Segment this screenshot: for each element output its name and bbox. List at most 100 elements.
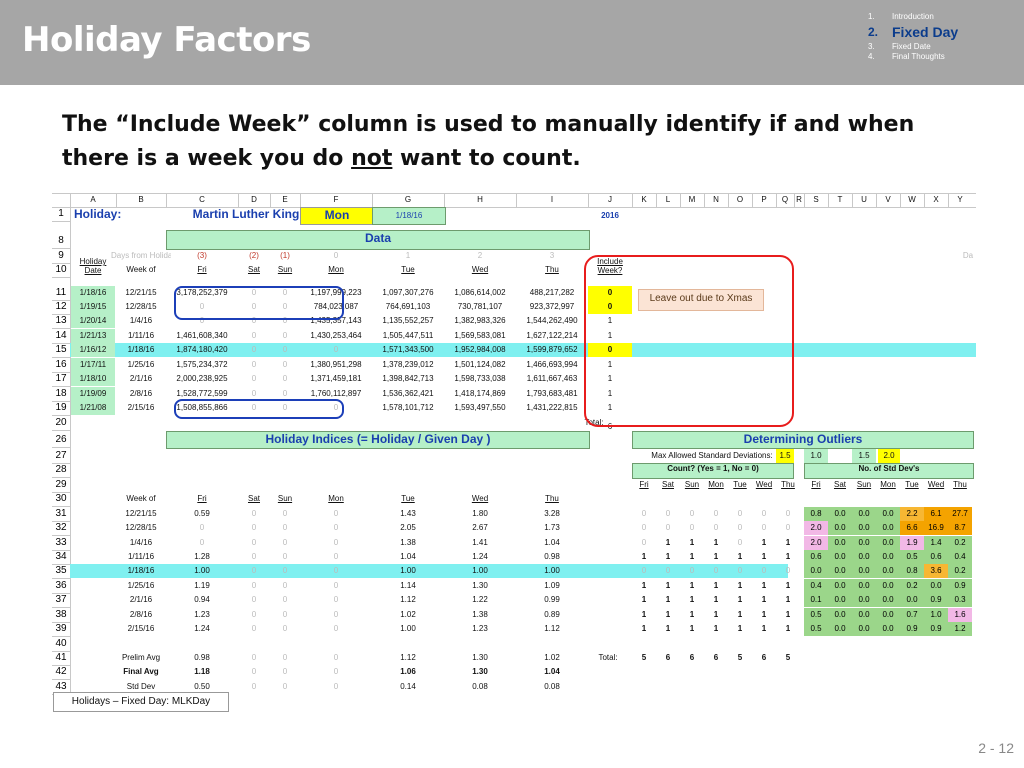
count-cell: 1 [665, 581, 671, 590]
holiday-day[interactable]: Mon [300, 207, 374, 225]
final-avg-label: Final Avg [123, 667, 159, 676]
indices-band: Holiday Indices (= Holiday / Given Day ) [166, 431, 590, 449]
value-cell: 1,378,239,012 [382, 360, 434, 369]
index-value-cell: 1.30 [472, 581, 488, 590]
week-of-cell: 1/18/16 [127, 345, 155, 354]
count-cell: 1 [689, 538, 695, 547]
spreadsheet[interactable]: A B C D E F G H I J K L M N O P Q R S T U V W X Y 1 8 9 10 11 12 13 14 15… [52, 193, 976, 695]
row-number[interactable]: 34 [52, 550, 70, 564]
nav-item-fixed-date[interactable]: 3. Fixed Date [868, 42, 958, 52]
stddev-cell: 1.0 [924, 608, 948, 622]
index-value-cell: 1.28 [194, 552, 210, 561]
row-number[interactable]: 29 [52, 478, 70, 492]
max-std-value[interactable]: 1.0 [804, 449, 828, 463]
row-number[interactable]: 1 [52, 207, 70, 221]
col-divider [852, 193, 853, 207]
holiday-date-cell[interactable]: 1/21/13 [71, 329, 115, 343]
stddev-cell: 0.0 [924, 579, 948, 593]
count-cell: 1 [665, 624, 671, 633]
std-dev-value: 0.14 [400, 682, 416, 691]
index-value-cell: 1.23 [472, 624, 488, 633]
count-cell: 1 [689, 581, 695, 590]
holiday-date-cell[interactable]: 1/21/08 [71, 401, 115, 415]
row-number[interactable]: 37 [52, 593, 70, 607]
stddev-cell: 1.4 [924, 536, 948, 550]
holiday-label: Holiday: [74, 207, 122, 221]
count-cell: 1 [737, 624, 743, 633]
count-cell: 0 [641, 509, 647, 518]
index-value-cell: 0.94 [194, 595, 210, 604]
row-gridline [52, 221, 70, 222]
holiday-date-cell[interactable]: 1/20/14 [71, 314, 115, 328]
row-number[interactable]: 39 [52, 622, 70, 636]
row-number[interactable]: 41 [52, 651, 70, 665]
index-header-C: Fri [197, 494, 207, 503]
col-divider [728, 193, 729, 207]
row-number[interactable]: 13 [52, 314, 70, 328]
index-value-cell: 1.00 [544, 566, 560, 575]
holiday-date[interactable]: 1/18/16 [372, 207, 446, 225]
row-number[interactable]: 33 [52, 536, 70, 550]
row-number[interactable]: 28 [52, 463, 70, 477]
prelim-total-value: 5 [641, 653, 647, 662]
holiday-date-cell[interactable]: 1/16/12 [71, 343, 115, 357]
sheet-tab[interactable]: Holidays – Fixed Day: MLKDay [53, 692, 229, 712]
row-number[interactable]: 26 [52, 433, 70, 447]
week-of-cell: 2/8/16 [129, 389, 153, 398]
nav-item-introduction[interactable]: 1. Introduction [868, 12, 958, 22]
row-number[interactable]: 38 [52, 608, 70, 622]
row-number[interactable]: 17 [52, 372, 70, 386]
row-number[interactable]: 32 [52, 521, 70, 535]
row-number[interactable]: 11 [52, 286, 70, 300]
count-cell: 1 [713, 595, 719, 604]
row-number[interactable]: 18 [52, 387, 70, 401]
count-cell: 1 [761, 552, 767, 561]
row-number[interactable]: 35 [52, 564, 70, 578]
stddev-cell: 0.0 [852, 622, 876, 636]
stddev-cell: 0.0 [852, 536, 876, 550]
row-number[interactable]: 19 [52, 401, 70, 415]
stddev-cell: 0.4 [948, 550, 972, 564]
row-number[interactable]: 8 [52, 234, 70, 248]
holiday-date-cell[interactable]: 1/19/09 [71, 387, 115, 401]
prelim-total-value: 6 [713, 653, 719, 662]
row-number[interactable]: 36 [52, 579, 70, 593]
row-number[interactable]: 15 [52, 343, 70, 357]
row-number[interactable]: 14 [52, 329, 70, 343]
row-number[interactable]: 27 [52, 449, 70, 463]
row-number[interactable]: 40 [52, 637, 70, 651]
row-gridline [52, 430, 70, 431]
page-number: 2 - 12 [978, 740, 1014, 756]
count-day-head: Thu [781, 480, 795, 489]
days-from-holiday-I: 3 [549, 251, 555, 260]
count-cell: 1 [665, 538, 671, 547]
row-number[interactable]: 31 [52, 507, 70, 521]
row-number[interactable]: 20 [52, 416, 70, 430]
count-cell: 1 [737, 595, 743, 604]
value-cell: 1,097,307,276 [382, 288, 434, 297]
max-std-value[interactable]: 1.5 [852, 449, 876, 463]
row-number[interactable]: 30 [52, 492, 70, 506]
max-std-value[interactable]: 2.0 [878, 449, 900, 463]
row-number[interactable]: 42 [52, 665, 70, 679]
value-cell: 923,372,997 [529, 302, 575, 311]
stddev-cell: 0.9 [900, 622, 924, 636]
row-number[interactable]: 12 [52, 300, 70, 314]
holiday-date-cell[interactable]: 1/18/16 [71, 286, 115, 300]
value-cell: 1,544,262,490 [526, 316, 578, 325]
value-cell: 1,598,733,038 [454, 374, 506, 383]
week-of-cell: 1/25/16 [127, 360, 155, 369]
index-value-cell: 2.05 [400, 523, 416, 532]
holiday-date-cell[interactable]: 1/19/15 [71, 300, 115, 314]
nav-item-final-thoughts[interactable]: 4. Final Thoughts [868, 52, 958, 62]
count-cell: 1 [785, 538, 791, 547]
max-std-value[interactable]: 1.5 [776, 449, 794, 463]
holiday-date-cell[interactable]: 1/18/10 [71, 372, 115, 386]
row-number[interactable]: 10 [52, 263, 70, 277]
col-divider [704, 193, 705, 207]
row-number[interactable]: 9 [52, 249, 70, 263]
count-cell: 0 [641, 523, 647, 532]
nav-item-fixed-day[interactable]: 2. Fixed Day [868, 22, 958, 42]
holiday-date-cell[interactable]: 1/17/11 [71, 358, 115, 372]
row-number[interactable]: 16 [52, 358, 70, 372]
